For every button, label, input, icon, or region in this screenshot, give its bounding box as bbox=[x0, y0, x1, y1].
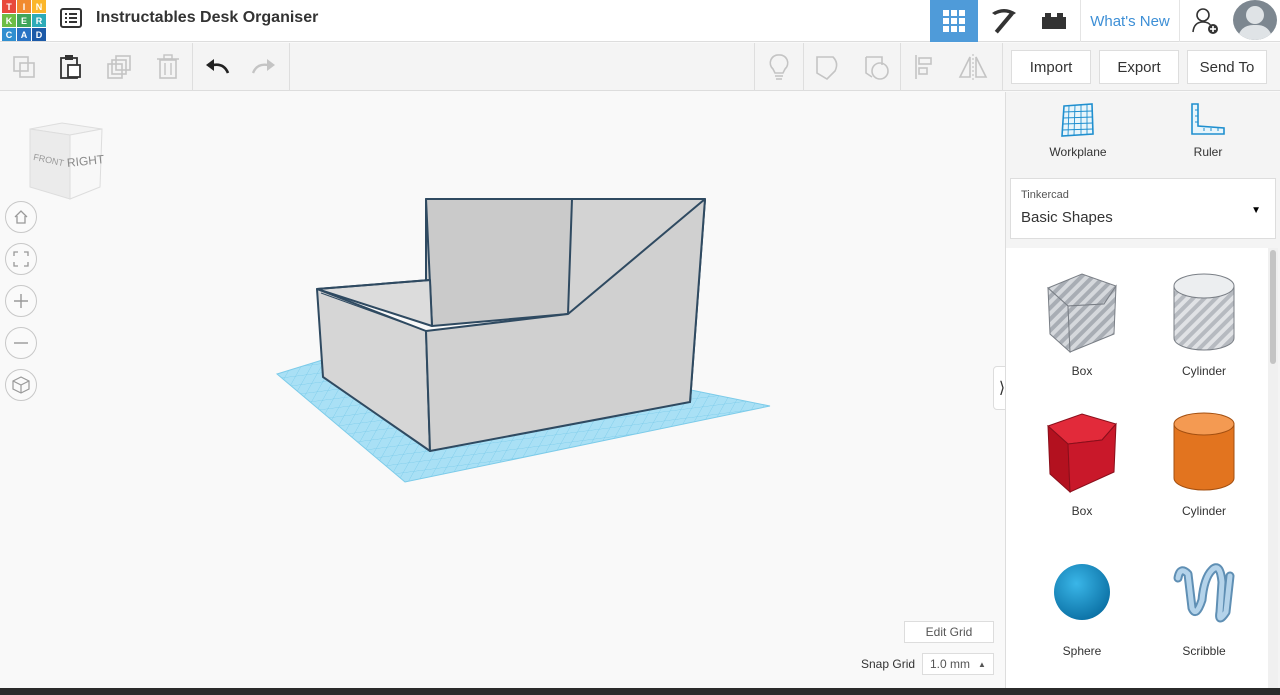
snap-grid-select[interactable]: 1.0 mm ▲ bbox=[922, 653, 994, 675]
ruler-label: Ruler bbox=[1193, 145, 1223, 159]
blocks-view-button[interactable] bbox=[980, 0, 1028, 42]
redo-icon bbox=[251, 59, 275, 74]
shape-grid-scrollbar[interactable] bbox=[1268, 248, 1278, 688]
edit-toolbar: Import Export Send To bbox=[0, 43, 1280, 91]
toolbar-divider bbox=[1002, 43, 1003, 91]
shape-scribble[interactable]: Scribble bbox=[1144, 548, 1264, 658]
3d-view-button[interactable] bbox=[930, 0, 978, 42]
library-name: Basic Shapes bbox=[1021, 209, 1113, 226]
scribble-icon bbox=[1173, 563, 1235, 623]
snap-grid-value: 1.0 mm bbox=[930, 657, 971, 671]
delete-button[interactable] bbox=[152, 51, 184, 83]
notes-button[interactable] bbox=[763, 51, 795, 83]
duplicate-button[interactable] bbox=[104, 51, 136, 83]
shape-cylinder[interactable]: Cylinder bbox=[1144, 408, 1264, 518]
workplane-icon bbox=[1061, 103, 1094, 137]
send-to-button[interactable]: Send To bbox=[1187, 50, 1267, 84]
shape-box-hole[interactable]: Box bbox=[1022, 268, 1142, 378]
scrollbar-thumb[interactable] bbox=[1270, 250, 1276, 364]
paste-button[interactable] bbox=[54, 51, 86, 83]
edit-grid-button[interactable]: Edit Grid bbox=[904, 621, 994, 643]
caret-up-icon: ▲ bbox=[978, 659, 986, 669]
ruler-icon bbox=[1191, 103, 1225, 135]
shape-label: Sphere bbox=[1062, 644, 1102, 658]
duplicate-icon bbox=[107, 55, 131, 79]
library-source: Tinkercad bbox=[1021, 189, 1069, 201]
import-button[interactable]: Import bbox=[1011, 50, 1091, 84]
toolbar-divider bbox=[289, 43, 290, 91]
top-bar: T I N K E R C A D Instructables Desk Org… bbox=[0, 0, 1280, 42]
align-icon bbox=[915, 55, 932, 79]
shape-sphere[interactable]: Sphere bbox=[1022, 548, 1142, 658]
copy-icon bbox=[13, 56, 35, 78]
3d-viewport[interactable]: FRONT RIGHT ⟩ Edit Grid Snap Grid 1.0 mm… bbox=[0, 92, 1011, 690]
toolbar-divider bbox=[754, 43, 755, 91]
brick-icon bbox=[1042, 13, 1066, 29]
caret-down-icon: ▼ bbox=[1251, 205, 1261, 216]
logo-letter: N bbox=[32, 0, 46, 13]
redo-button[interactable] bbox=[248, 51, 280, 83]
logo-letter: D bbox=[32, 28, 46, 41]
project-title[interactable]: Instructables Desk Organiser bbox=[96, 9, 318, 27]
bricks-view-button[interactable] bbox=[1030, 0, 1078, 42]
lightbulb-icon bbox=[769, 54, 789, 80]
shapes-panel: Workplane Ruler Tinkercad Basic Shapes ▼… bbox=[1005, 92, 1280, 690]
delete-icon bbox=[157, 54, 179, 79]
pickaxe-icon bbox=[992, 9, 1016, 34]
align-button[interactable] bbox=[910, 51, 942, 83]
toolbar-divider bbox=[900, 43, 901, 91]
shape-label: Scribble bbox=[1182, 644, 1226, 658]
workplane-label: Workplane bbox=[1049, 145, 1107, 159]
export-button[interactable]: Export bbox=[1099, 50, 1179, 84]
add-user-button[interactable] bbox=[1182, 0, 1230, 42]
design-menu-icon[interactable] bbox=[60, 8, 82, 28]
workplane-tool[interactable]: Workplane bbox=[1018, 102, 1138, 159]
logo-letter: K bbox=[2, 14, 16, 27]
solid-icon bbox=[816, 56, 838, 81]
shape-library-select[interactable]: Tinkercad Basic Shapes ▼ bbox=[1010, 178, 1276, 239]
cylinder-icon bbox=[1173, 412, 1235, 491]
shape-cylinder-hole[interactable]: Cylinder bbox=[1144, 268, 1264, 378]
toolbar-divider bbox=[192, 43, 193, 91]
logo-letter: T bbox=[2, 0, 16, 13]
window-bottom-edge bbox=[0, 688, 1280, 695]
copy-button[interactable] bbox=[8, 51, 40, 83]
mirror-button[interactable] bbox=[957, 51, 989, 83]
snap-grid-label: Snap Grid bbox=[861, 657, 916, 671]
undo-icon bbox=[206, 59, 230, 74]
shape-box[interactable]: Box bbox=[1022, 408, 1142, 518]
solid-button[interactable] bbox=[812, 51, 844, 83]
logo-letter: I bbox=[17, 0, 31, 13]
hole-button[interactable] bbox=[861, 51, 893, 83]
tinkercad-logo[interactable]: T I N K E R C A D bbox=[2, 0, 46, 41]
logo-letter: R bbox=[32, 14, 46, 27]
mirror-icon bbox=[958, 54, 988, 80]
shape-label: Cylinder bbox=[1181, 364, 1226, 378]
workplane-scene[interactable] bbox=[0, 92, 1005, 690]
paste-icon bbox=[60, 55, 81, 79]
user-avatar[interactable] bbox=[1233, 0, 1277, 40]
shape-label: Box bbox=[1071, 364, 1093, 378]
shape-label: Cylinder bbox=[1181, 504, 1226, 518]
grid-icon bbox=[943, 10, 965, 32]
hole-icon bbox=[865, 56, 889, 80]
logo-letter: C bbox=[2, 28, 16, 41]
logo-letter: E bbox=[17, 14, 31, 27]
sphere-icon bbox=[1054, 564, 1110, 620]
undo-button[interactable] bbox=[201, 51, 233, 83]
shape-label: Box bbox=[1071, 504, 1093, 518]
logo-letter: A bbox=[17, 28, 31, 41]
box-icon bbox=[1047, 413, 1117, 494]
shape-grid: Box Cylinder Box Cylinder Sphere Scribbl… bbox=[1006, 248, 1268, 688]
ruler-tool[interactable]: Ruler bbox=[1148, 102, 1268, 159]
toolbar-divider bbox=[803, 43, 804, 91]
cylinder-hole-icon bbox=[1173, 273, 1235, 351]
box-hole-icon bbox=[1047, 273, 1117, 354]
add-user-icon bbox=[1192, 8, 1218, 34]
whats-new-link[interactable]: What's New bbox=[1080, 0, 1180, 42]
